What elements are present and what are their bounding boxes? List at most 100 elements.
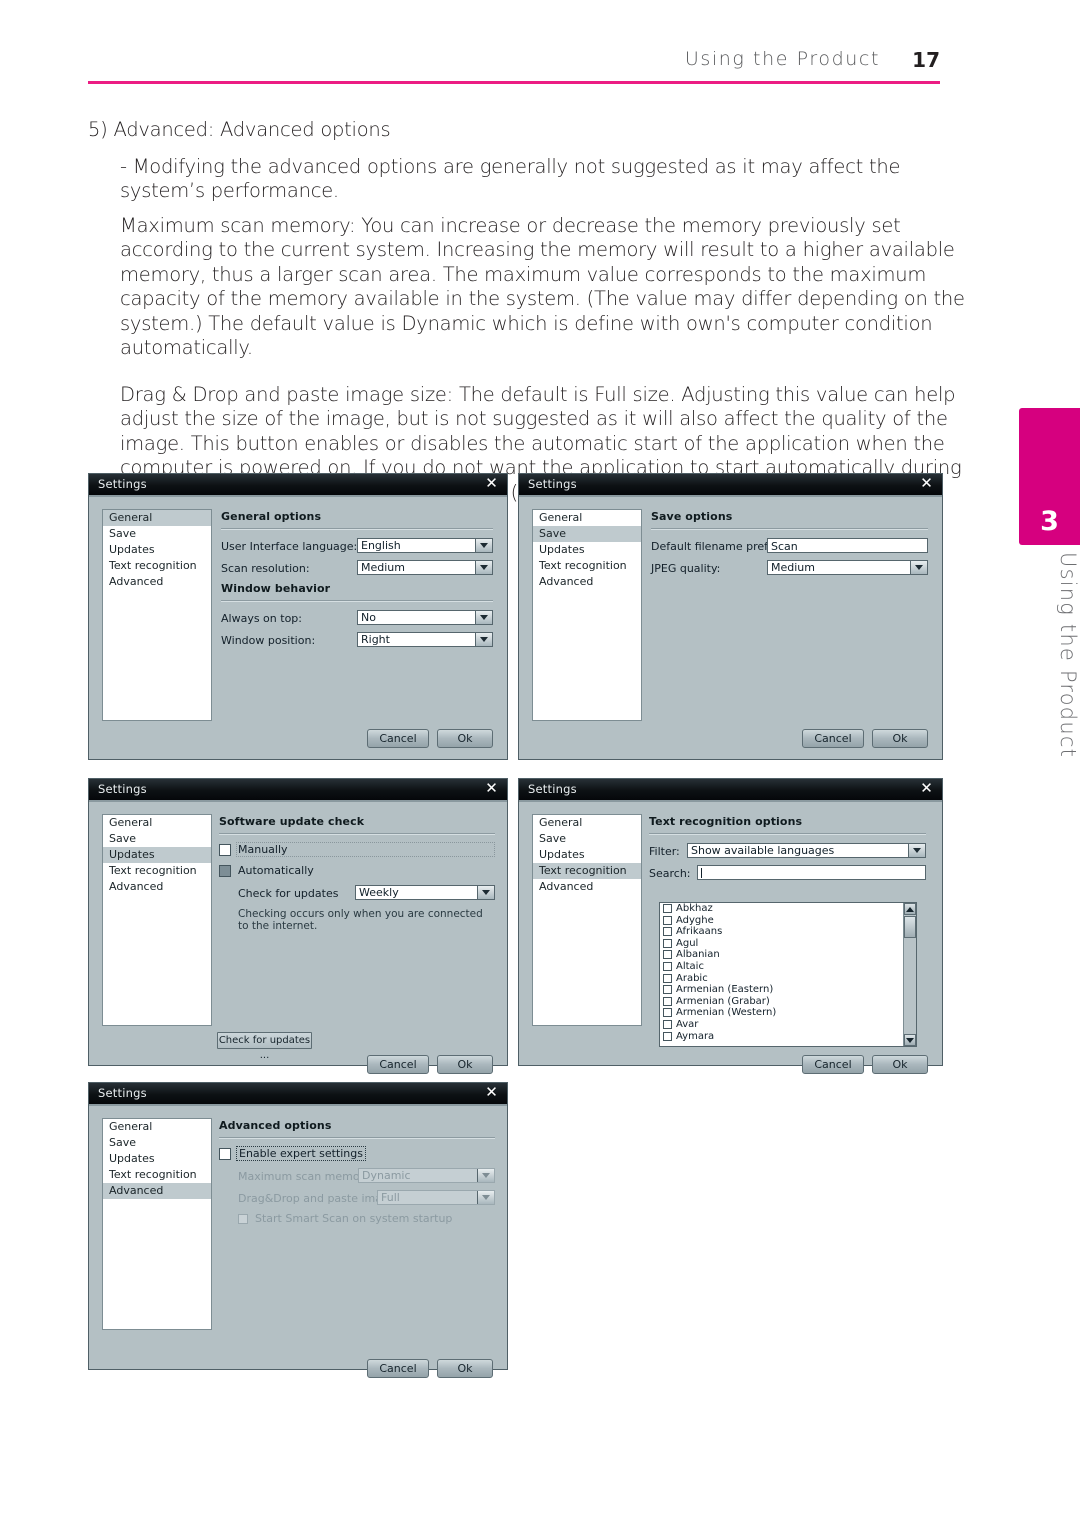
language-checkbox[interactable] <box>663 1031 672 1041</box>
settings-dialog-updates[interactable]: Settings ✕ General Save Updates Text rec… <box>88 778 508 1074</box>
list-item[interactable]: Armenian (Grabar) <box>660 996 916 1008</box>
list-item[interactable]: Aymara <box>660 1031 916 1043</box>
sidebar-item-advanced[interactable]: Advanced <box>103 1183 211 1199</box>
scroll-down-icon[interactable] <box>904 1034 916 1046</box>
list-item[interactable]: Afrikaans <box>660 926 916 938</box>
sidebar-item-updates[interactable]: Updates <box>103 1151 211 1167</box>
language-list[interactable]: Abkhaz Adyghe Afrikaans Agul Albanian Al… <box>659 902 917 1047</box>
cancel-button[interactable]: Cancel <box>802 729 864 748</box>
language-checkbox[interactable] <box>663 1019 672 1029</box>
sidebar-item-save[interactable]: Save <box>533 526 641 542</box>
cancel-button[interactable]: Cancel <box>367 729 429 748</box>
sidebar-item-text-recognition[interactable]: Text recognition <box>533 863 641 879</box>
ok-button[interactable]: Ok <box>872 729 928 748</box>
sidebar-item-text-recognition[interactable]: Text recognition <box>103 863 211 879</box>
sidebar-item-general[interactable]: General <box>103 1119 211 1135</box>
list-item[interactable]: Armenian (Western) <box>660 1007 916 1019</box>
sidebar-item-advanced[interactable]: Advanced <box>533 574 641 590</box>
dragdrop-image-size-select[interactable]: Full <box>377 1190 495 1205</box>
language-checkbox[interactable] <box>663 904 672 913</box>
window-position-select[interactable]: Right <box>357 632 493 647</box>
check-frequency-select[interactable]: Weekly <box>355 885 495 900</box>
enable-expert-settings-row[interactable]: Enable expert settings <box>219 1146 495 1162</box>
language-label: Altaic <box>676 960 704 972</box>
settings-dialog-general[interactable]: Settings ✕ General Save Updates Text rec… <box>88 473 508 760</box>
sidebar-item-advanced[interactable]: Advanced <box>103 879 211 895</box>
language-list-scrollbar[interactable] <box>903 903 916 1046</box>
search-input[interactable] <box>697 865 926 880</box>
sidebar-item-advanced[interactable]: Advanced <box>103 574 211 590</box>
ok-button[interactable]: Ok <box>437 1359 493 1378</box>
close-icon[interactable]: ✕ <box>484 476 499 492</box>
sidebar-item-save[interactable]: Save <box>103 831 211 847</box>
language-checkbox[interactable] <box>663 1008 672 1018</box>
list-item[interactable]: Armenian (Eastern) <box>660 984 916 996</box>
check-for-updates-button[interactable]: Check for updates ... <box>217 1032 312 1061</box>
settings-nav-list[interactable]: General Save Updates Text recognition Ad… <box>102 509 212 721</box>
manual-checkbox[interactable] <box>219 844 231 856</box>
list-item[interactable]: Arabic <box>660 973 916 985</box>
settings-nav-list[interactable]: General Save Updates Text recognition Ad… <box>102 1118 212 1330</box>
settings-nav-list[interactable]: General Save Updates Text recognition Ad… <box>532 814 642 1026</box>
list-item[interactable]: Agul <box>660 938 916 950</box>
settings-dialog-text-recognition[interactable]: Settings ✕ General Save Updates Text rec… <box>518 778 943 1074</box>
ok-button[interactable]: Ok <box>872 1055 928 1074</box>
scan-resolution-select[interactable]: Medium <box>357 560 493 575</box>
sidebar-item-save[interactable]: Save <box>103 1135 211 1151</box>
language-checkbox[interactable] <box>663 973 672 983</box>
sidebar-item-text-recognition[interactable]: Text recognition <box>533 558 641 574</box>
expert-settings-checkbox[interactable] <box>219 1148 231 1160</box>
list-item[interactable]: Abkhaz <box>660 903 916 915</box>
scroll-up-icon[interactable] <box>904 903 916 915</box>
always-on-top-select[interactable]: No <box>357 610 493 625</box>
jpeg-quality-select[interactable]: Medium <box>767 560 928 575</box>
close-icon[interactable]: ✕ <box>484 781 499 797</box>
language-checkbox[interactable] <box>663 985 672 995</box>
list-item[interactable]: Adyghe <box>660 915 916 927</box>
automatic-checkbox[interactable] <box>219 865 231 877</box>
sidebar-item-updates[interactable]: Updates <box>533 847 641 863</box>
settings-nav-list[interactable]: General Save Updates Text recognition Ad… <box>102 814 212 1026</box>
sidebar-item-updates[interactable]: Updates <box>103 847 211 863</box>
settings-dialog-advanced[interactable]: Settings ✕ General Save Updates Text rec… <box>88 1082 508 1378</box>
language-checkbox[interactable] <box>663 961 672 971</box>
list-item[interactable]: Albanian <box>660 949 916 961</box>
sidebar-item-general[interactable]: General <box>103 815 211 831</box>
ok-button[interactable]: Ok <box>437 1055 493 1074</box>
sidebar-item-save[interactable]: Save <box>533 831 641 847</box>
ui-language-select[interactable]: English <box>357 538 493 553</box>
list-item[interactable]: Avar <box>660 1019 916 1031</box>
update-mode-automatic[interactable]: Automatically <box>219 864 495 879</box>
sidebar-item-advanced[interactable]: Advanced <box>533 879 641 895</box>
sidebar-item-text-recognition[interactable]: Text recognition <box>103 558 211 574</box>
close-icon[interactable]: ✕ <box>919 781 934 797</box>
list-item[interactable]: Altaic <box>660 961 916 973</box>
language-checkbox[interactable] <box>663 950 672 960</box>
max-scan-memory-select[interactable]: Dynamic <box>358 1168 495 1183</box>
sidebar-item-text-recognition[interactable]: Text recognition <box>103 1167 211 1183</box>
filter-select[interactable]: Show available languages <box>687 843 926 858</box>
filename-prefix-input[interactable]: Scan <box>767 538 928 553</box>
settings-nav-list[interactable]: General Save Updates Text recognition Ad… <box>532 509 642 721</box>
cancel-button[interactable]: Cancel <box>367 1359 429 1378</box>
startup-checkbox[interactable] <box>238 1214 248 1224</box>
update-mode-manual[interactable]: Manually <box>219 842 495 858</box>
sidebar-item-general[interactable]: General <box>103 510 211 526</box>
cancel-button[interactable]: Cancel <box>367 1055 429 1074</box>
cancel-button[interactable]: Cancel <box>802 1055 864 1074</box>
scrollbar-thumb[interactable] <box>904 916 916 938</box>
sidebar-item-updates[interactable]: Updates <box>103 542 211 558</box>
sidebar-item-general[interactable]: General <box>533 510 641 526</box>
startup-row[interactable]: Start Smart Scan on system startup <box>238 1212 495 1227</box>
language-checkbox[interactable] <box>663 915 672 925</box>
close-icon[interactable]: ✕ <box>919 476 934 492</box>
sidebar-item-save[interactable]: Save <box>103 526 211 542</box>
ok-button[interactable]: Ok <box>437 729 493 748</box>
sidebar-item-general[interactable]: General <box>533 815 641 831</box>
language-checkbox[interactable] <box>663 938 672 948</box>
close-icon[interactable]: ✕ <box>484 1085 499 1101</box>
settings-dialog-save[interactable]: Settings ✕ General Save Updates Text rec… <box>518 473 943 760</box>
language-checkbox[interactable] <box>663 996 672 1006</box>
sidebar-item-updates[interactable]: Updates <box>533 542 641 558</box>
language-checkbox[interactable] <box>663 927 672 937</box>
